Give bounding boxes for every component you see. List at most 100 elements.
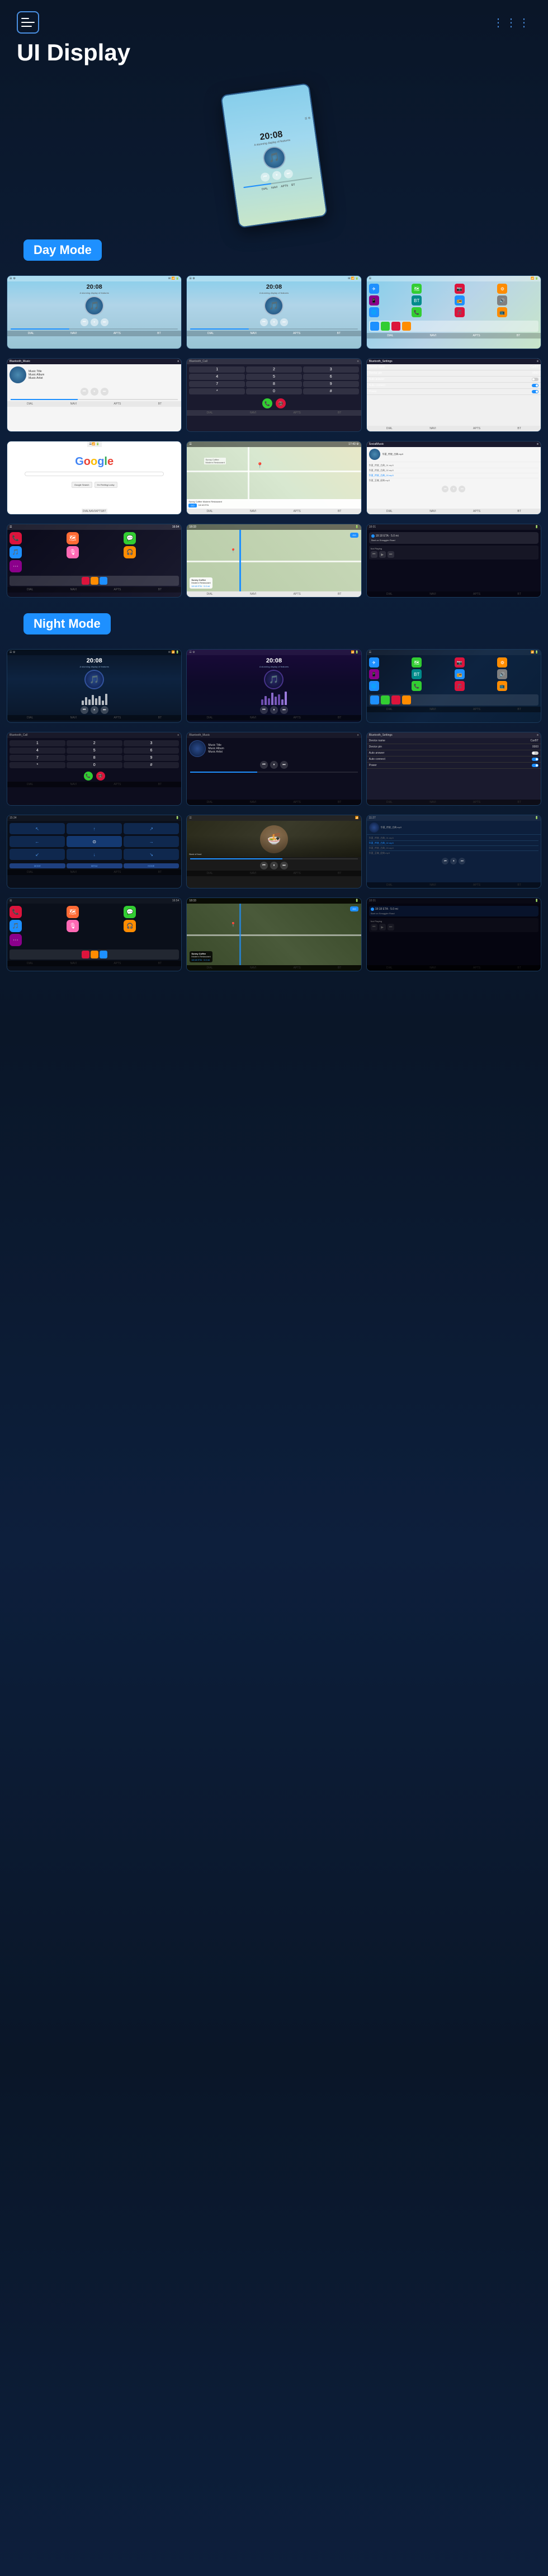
google-lucky-btn[interactable]: I'm Feeling Lucky	[95, 482, 117, 488]
action-btn-1[interactable]: MODE	[10, 863, 65, 868]
next-button-2[interactable]: ⏭	[280, 318, 288, 326]
app-icon-night[interactable]: 📱	[369, 669, 379, 679]
play-bt[interactable]: ⏸	[91, 388, 98, 396]
play-button[interactable]: ⏸	[91, 318, 98, 326]
app-icon-night[interactable]: 📻	[455, 669, 465, 679]
night-more-app[interactable]: ⋯	[10, 934, 22, 946]
app-icon-night[interactable]: 🌐	[369, 681, 379, 691]
music-list-item[interactable]: 华夏_传统_古典_02.mp3	[369, 468, 538, 473]
messages-app[interactable]: 💬	[124, 532, 136, 544]
app-icon-night[interactable]: 🔊	[497, 669, 507, 679]
night-messages-app[interactable]: 💬	[124, 906, 136, 918]
night-dial-9[interactable]: 9	[124, 755, 179, 761]
dock-phone[interactable]	[82, 577, 89, 585]
prev-btn[interactable]: ⏮	[260, 172, 270, 182]
night-prev-bt[interactable]: ⏮	[260, 761, 268, 769]
google-search-bar[interactable]	[25, 472, 164, 476]
dial-1[interactable]: 1	[189, 366, 245, 373]
night-prev-local[interactable]: ⏮	[442, 858, 448, 864]
night-dock-spotify[interactable]	[91, 951, 98, 958]
nav-down-left[interactable]: ↙	[10, 849, 65, 860]
night-list-item-active[interactable]: 华夏_传统_古典_02.mp3	[369, 841, 538, 846]
music-list-item[interactable]: 华夏_传统_古典_01.mp3	[369, 463, 538, 468]
nav-right[interactable]: →	[124, 836, 179, 847]
dial-3[interactable]: 3	[303, 366, 359, 373]
night-dial-5[interactable]: 5	[67, 748, 122, 754]
night-toggle-power[interactable]	[532, 764, 538, 767]
night-toggle-auto-connect[interactable]	[532, 758, 538, 761]
night-prev-2[interactable]: ⏮	[260, 706, 268, 714]
nav-up-right[interactable]: ↗	[124, 823, 179, 834]
night-dial-4[interactable]: 4	[10, 748, 65, 754]
night-dock-app[interactable]	[402, 695, 411, 704]
night-np-play[interactable]: ▶	[379, 924, 386, 930]
night-dial-star[interactable]: *	[10, 762, 65, 768]
night-phone-app[interactable]: 📞	[10, 906, 22, 918]
app-icon[interactable]: 📷	[455, 284, 465, 294]
dial-8[interactable]: 8	[246, 381, 302, 387]
app-icon[interactable]: 🗺	[412, 284, 422, 294]
dock-app[interactable]	[370, 322, 379, 331]
app-icon-night[interactable]: 📺	[497, 681, 507, 691]
night-list-item[interactable]: 华夏_传统_古典_03.mp3	[369, 846, 538, 851]
music-list-item[interactable]: 华夏_至尊_经典.mp3	[369, 478, 538, 483]
answer-call-btn[interactable]: 📞	[262, 398, 272, 408]
next-local[interactable]: ⏭	[459, 486, 465, 492]
dial-0[interactable]: 0	[246, 388, 302, 394]
dock-app[interactable]	[381, 322, 390, 331]
nav-down-right[interactable]: ↘	[124, 849, 179, 860]
app-icon[interactable]: ✈	[369, 284, 379, 294]
night-play-2[interactable]: ⏸	[270, 706, 278, 714]
night-dock-app[interactable]	[381, 695, 390, 704]
night-podcast-app[interactable]: 🎙	[67, 920, 79, 932]
dial-2[interactable]: 2	[246, 366, 302, 373]
app-icon-night[interactable]: 📷	[455, 657, 465, 667]
np-play[interactable]: ▶	[379, 551, 386, 558]
nav-up-left[interactable]: ↖	[10, 823, 65, 834]
app-icon-night[interactable]: ✈	[369, 657, 379, 667]
app-icon-night[interactable]: BT	[412, 669, 422, 679]
carplay-go-btn[interactable]: GO	[350, 533, 358, 538]
video-thumbnail[interactable]: 🍜 Bowl of food	[187, 821, 361, 857]
action-btn-3[interactable]: HOME	[124, 863, 179, 868]
night-dial-0[interactable]: 0	[67, 762, 122, 768]
night-next-local[interactable]: ⏭	[459, 858, 465, 864]
dial-hash[interactable]: #	[303, 388, 359, 394]
night-play-video[interactable]: ⏸	[270, 862, 278, 869]
app-icon-night[interactable]: ⚙	[497, 657, 507, 667]
night-dial-7[interactable]: 7	[10, 755, 65, 761]
app-icon[interactable]: 📞	[412, 307, 422, 317]
carplay-map-view[interactable]: 📍 Sunny Coffee Modern Restaurant 18:18 E…	[187, 530, 361, 591]
dock-app[interactable]	[391, 322, 400, 331]
prev-button[interactable]: ⏮	[81, 318, 88, 326]
hamburger-icon[interactable]	[17, 11, 39, 34]
music-list-item-active[interactable]: 华夏_传统_古典_03.mp3	[369, 473, 538, 478]
next-bt[interactable]: ⏭	[101, 388, 108, 396]
night-toggle-auto-answer[interactable]	[532, 751, 538, 755]
night-next-1[interactable]: ⏭	[101, 706, 108, 714]
nav-up[interactable]: ↑	[67, 823, 122, 834]
night-prev-1[interactable]: ⏮	[81, 706, 88, 714]
end-call-btn[interactable]: 📵	[276, 398, 286, 408]
dial-6[interactable]: 6	[303, 374, 359, 380]
app-icon-night[interactable]: 🎵	[455, 681, 465, 691]
np-next[interactable]: ⏭	[388, 551, 394, 558]
map-view[interactable]: 📍 Sunny CoffeeModern Restaurant	[187, 447, 361, 499]
dial-5[interactable]: 5	[246, 374, 302, 380]
spotify-app[interactable]: 🎧	[124, 546, 136, 558]
next-btn[interactable]: ⏭	[284, 169, 294, 179]
dots-menu-icon[interactable]: ⋮⋮⋮	[493, 16, 531, 30]
night-list-item[interactable]: 华夏_传统_古典_01.mp3	[369, 836, 538, 841]
night-map-view[interactable]: 📍 Sunny Coffee Modern Restaurant 18:18 E…	[187, 904, 361, 965]
go-button[interactable]: GO	[188, 504, 196, 507]
night-dial-3[interactable]: 3	[124, 740, 179, 746]
night-play-local[interactable]: ⏸	[450, 858, 457, 864]
night-prev-video[interactable]: ⏮	[260, 862, 268, 869]
dial-7[interactable]: 7	[189, 381, 245, 387]
toggle-power[interactable]	[532, 390, 538, 393]
night-play-bt[interactable]: ⏸	[270, 761, 278, 769]
app-icon[interactable]: 🔊	[497, 295, 507, 305]
night-dial-1[interactable]: 1	[10, 740, 65, 746]
night-go-btn[interactable]: GO	[350, 906, 358, 911]
night-dial-2[interactable]: 2	[67, 740, 122, 746]
